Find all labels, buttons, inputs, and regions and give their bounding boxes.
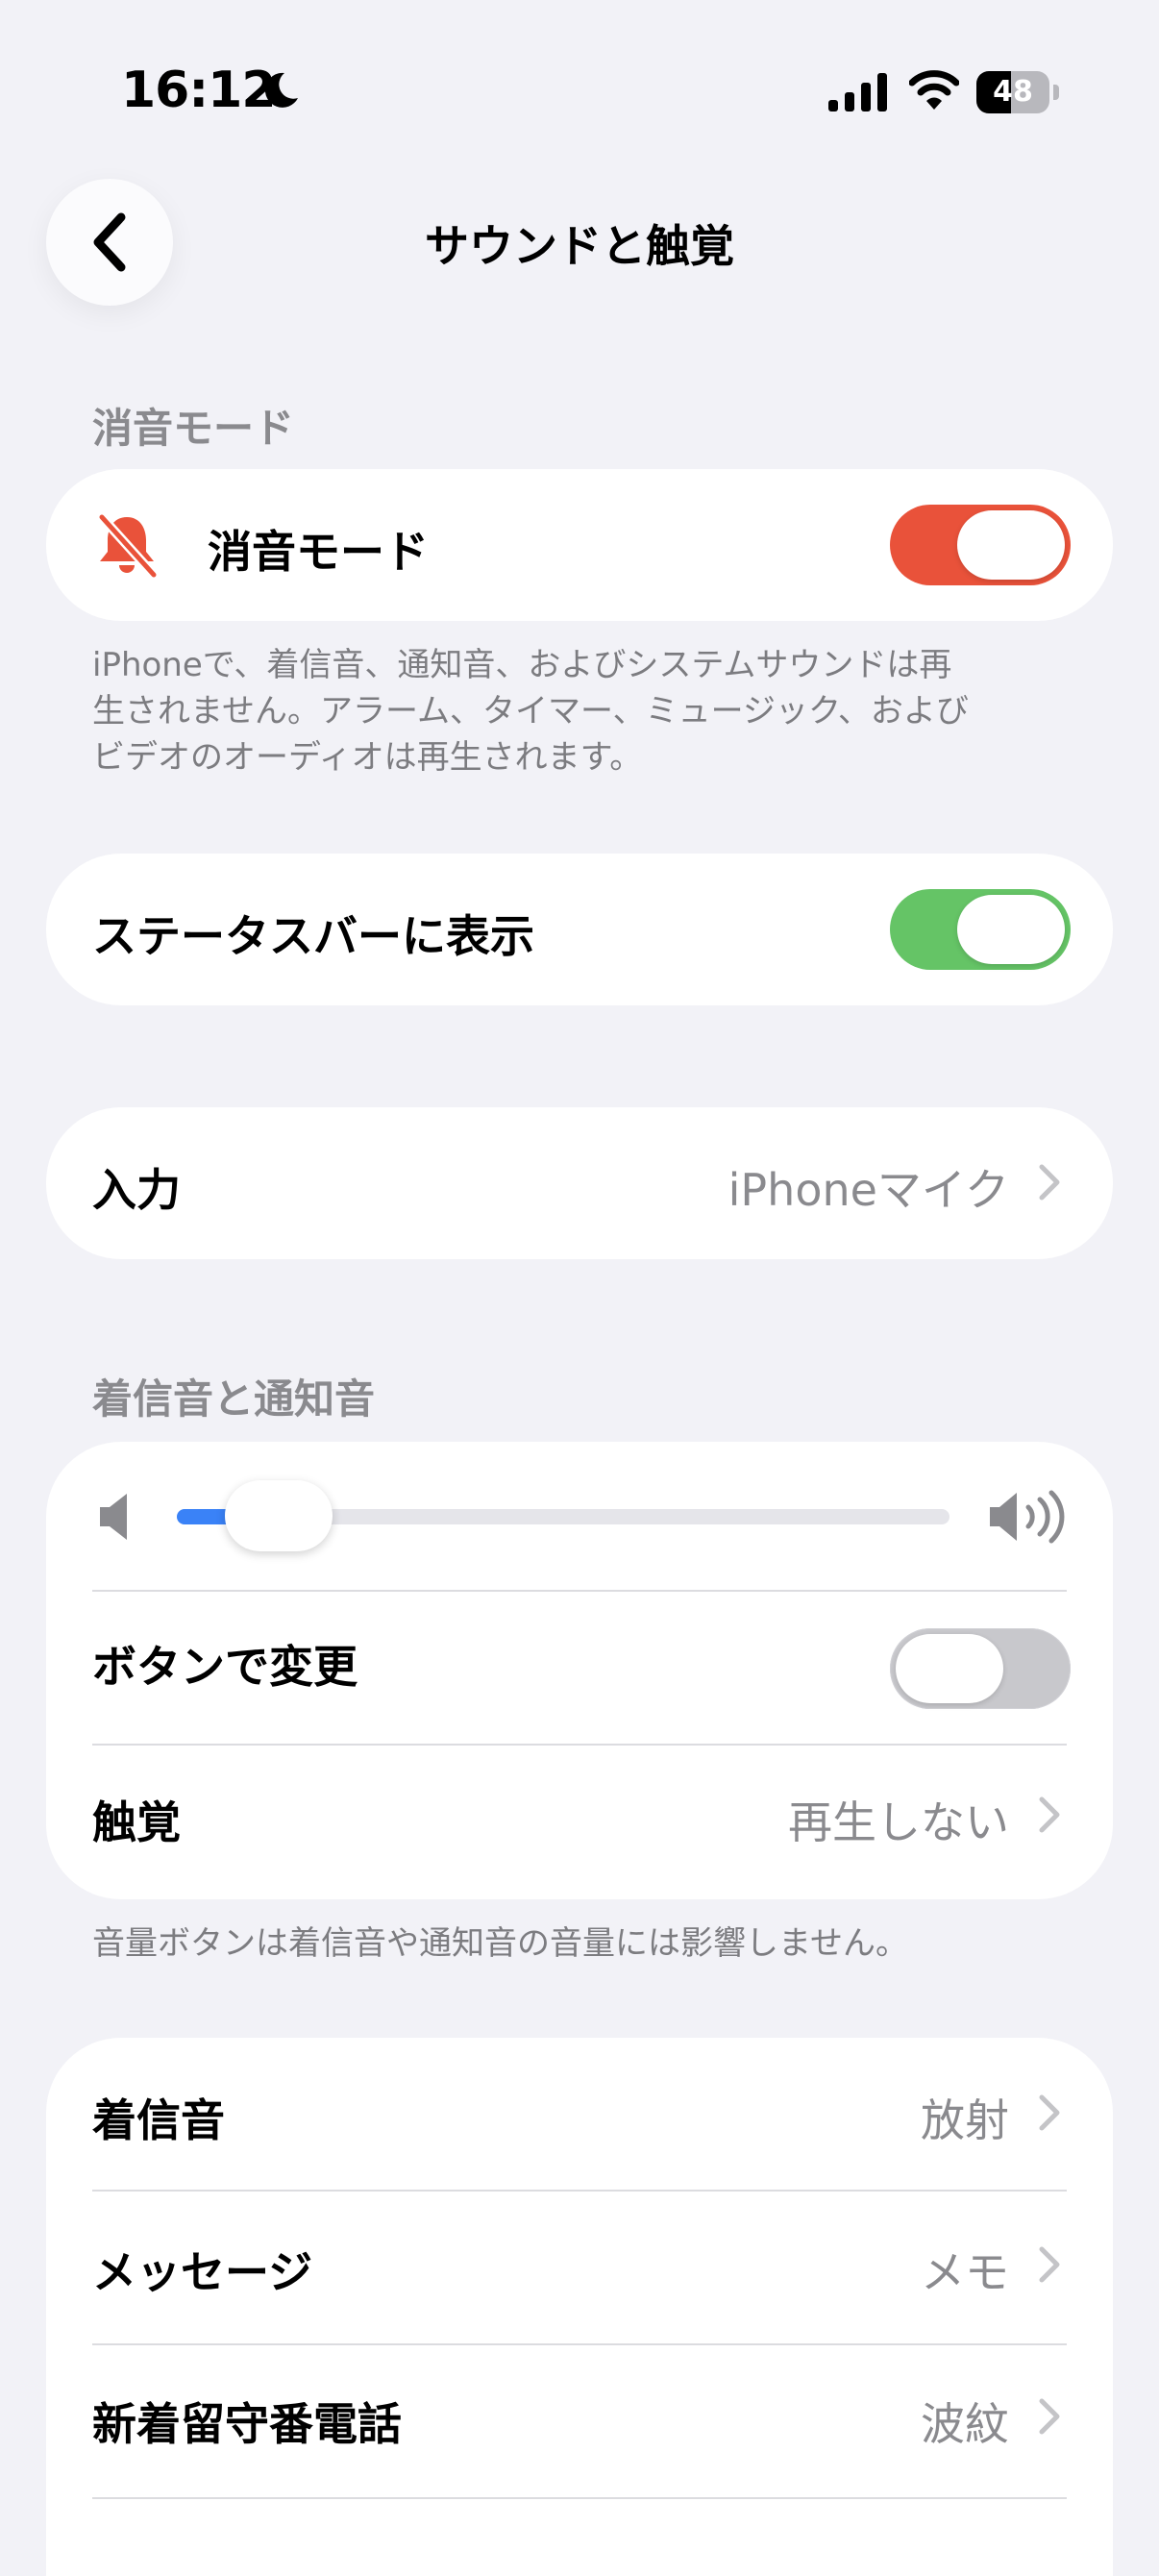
chevron-right-icon (1039, 2094, 1060, 2131)
silent-mode-footnote: iPhoneで、着信音、通知音、およびシステムサウンドは再 生されません。アラー… (92, 646, 969, 777)
sound-row-ringtone[interactable]: 着信音 放射 (46, 2038, 1113, 2190)
haptics-row[interactable]: 触覚 再生しない (46, 1746, 1113, 1899)
status-bar-card: ステータスバーに表示 (46, 854, 1113, 1005)
sounds-card: 着信音 放射 メッセージ メモ 新着留守番電話 波紋 (46, 2038, 1113, 2576)
cellular-signal-icon (828, 73, 887, 111)
chevron-right-icon (1039, 2398, 1060, 2435)
ringer-card: ボタンで変更 触覚 再生しない (46, 1442, 1113, 1899)
show-in-status-bar-label: ステータスバーに表示 (92, 910, 534, 962)
bell-slash-icon (98, 513, 158, 579)
change-with-buttons-toggle[interactable] (890, 1628, 1071, 1709)
moon-icon (264, 72, 298, 108)
input-row[interactable]: 入力 iPhoneマイク (46, 1107, 1113, 1259)
show-in-status-bar-toggle[interactable] (890, 889, 1071, 970)
sound-row-label: 新着留守番電話 (92, 2398, 402, 2450)
speaker-high-icon (990, 1490, 1065, 1544)
input-value: iPhoneマイク (727, 1164, 1009, 1216)
silent-mode-card: 消音モード (46, 469, 1113, 621)
change-with-buttons-label: ボタンで変更 (92, 1641, 358, 1693)
haptics-label: 触覚 (92, 1796, 181, 1848)
sound-row-value: 波紋 (921, 2398, 1009, 2450)
section-header-silent: 消音モード (92, 405, 295, 452)
sound-row-value: メモ (921, 2246, 1009, 2298)
slider-thumb[interactable] (225, 1480, 333, 1551)
battery-indicator: 48 (976, 71, 1059, 113)
ringer-volume-slider[interactable] (177, 1480, 949, 1551)
chevron-right-icon (1039, 1796, 1060, 1833)
status-time: 16:12 (121, 62, 277, 119)
silent-mode-toggle[interactable] (890, 505, 1071, 585)
chevron-right-icon (1039, 2246, 1060, 2283)
haptics-value: 再生しない (788, 1796, 1009, 1848)
wifi-icon (909, 70, 959, 110)
chevron-right-icon (1039, 1164, 1060, 1201)
sound-row-voicemail[interactable]: 新着留守番電話 波紋 (46, 2345, 1113, 2497)
divider (92, 2497, 1067, 2499)
sound-row-label: メッセージ (92, 2246, 313, 2298)
ringer-footnote: 音量ボタンは着信音や通知音の音量には影響しません。 (92, 1924, 908, 1963)
page-title: サウンドと触覚 (425, 220, 734, 272)
speaker-low-icon (100, 1494, 127, 1540)
battery-percent: 48 (993, 75, 1033, 109)
sound-row-value: 放射 (921, 2094, 1009, 2146)
divider (92, 1590, 1067, 1592)
section-header-ringer: 着信音と通知音 (92, 1375, 376, 1423)
sound-row-label: 着信音 (92, 2094, 225, 2146)
sound-row-messages[interactable]: メッセージ メモ (46, 2192, 1113, 2343)
silent-mode-label: 消音モード (208, 526, 429, 578)
input-label: 入力 (92, 1164, 181, 1216)
